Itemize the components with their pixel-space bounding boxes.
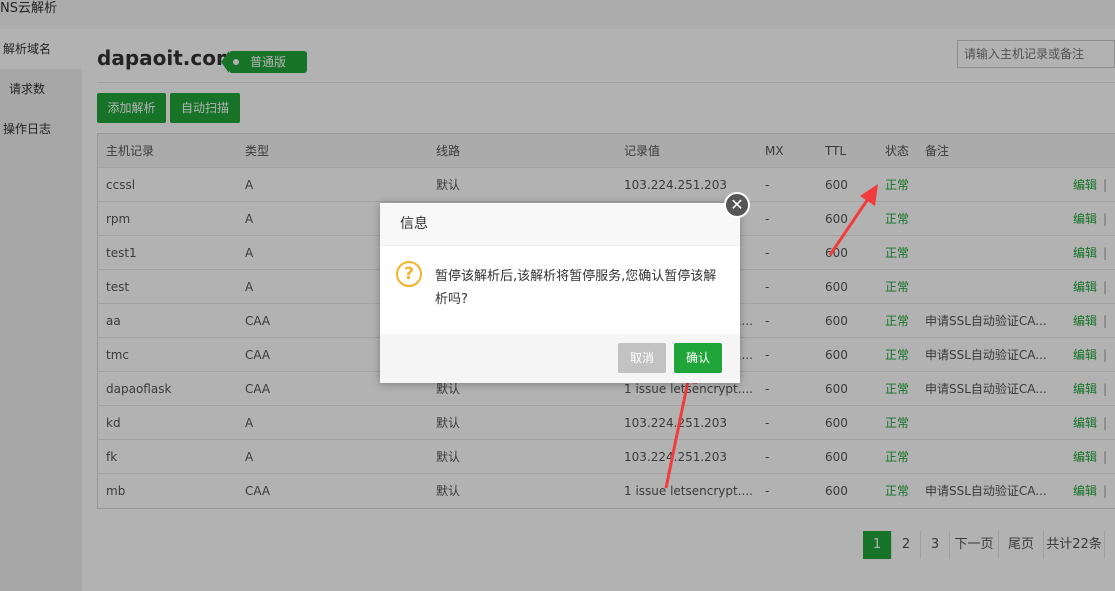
dialog-title: 信息 <box>400 216 428 232</box>
close-icon[interactable]: ✕ <box>724 192 750 218</box>
dialog-message: 暂停该解析后,该解析将暂停服务,您确认暂停该解析吗? <box>435 269 717 307</box>
confirm-button[interactable]: 确认 <box>674 343 722 373</box>
cancel-button[interactable]: 取消 <box>618 343 666 373</box>
confirm-dialog: 信息 ? 暂停该解析后,该解析将暂停服务,您确认暂停该解析吗? 取消 确认 <box>380 203 740 383</box>
question-icon: ? <box>396 261 422 287</box>
dialog-header: 信息 <box>380 203 740 246</box>
annotation-arrow-status <box>828 184 878 256</box>
